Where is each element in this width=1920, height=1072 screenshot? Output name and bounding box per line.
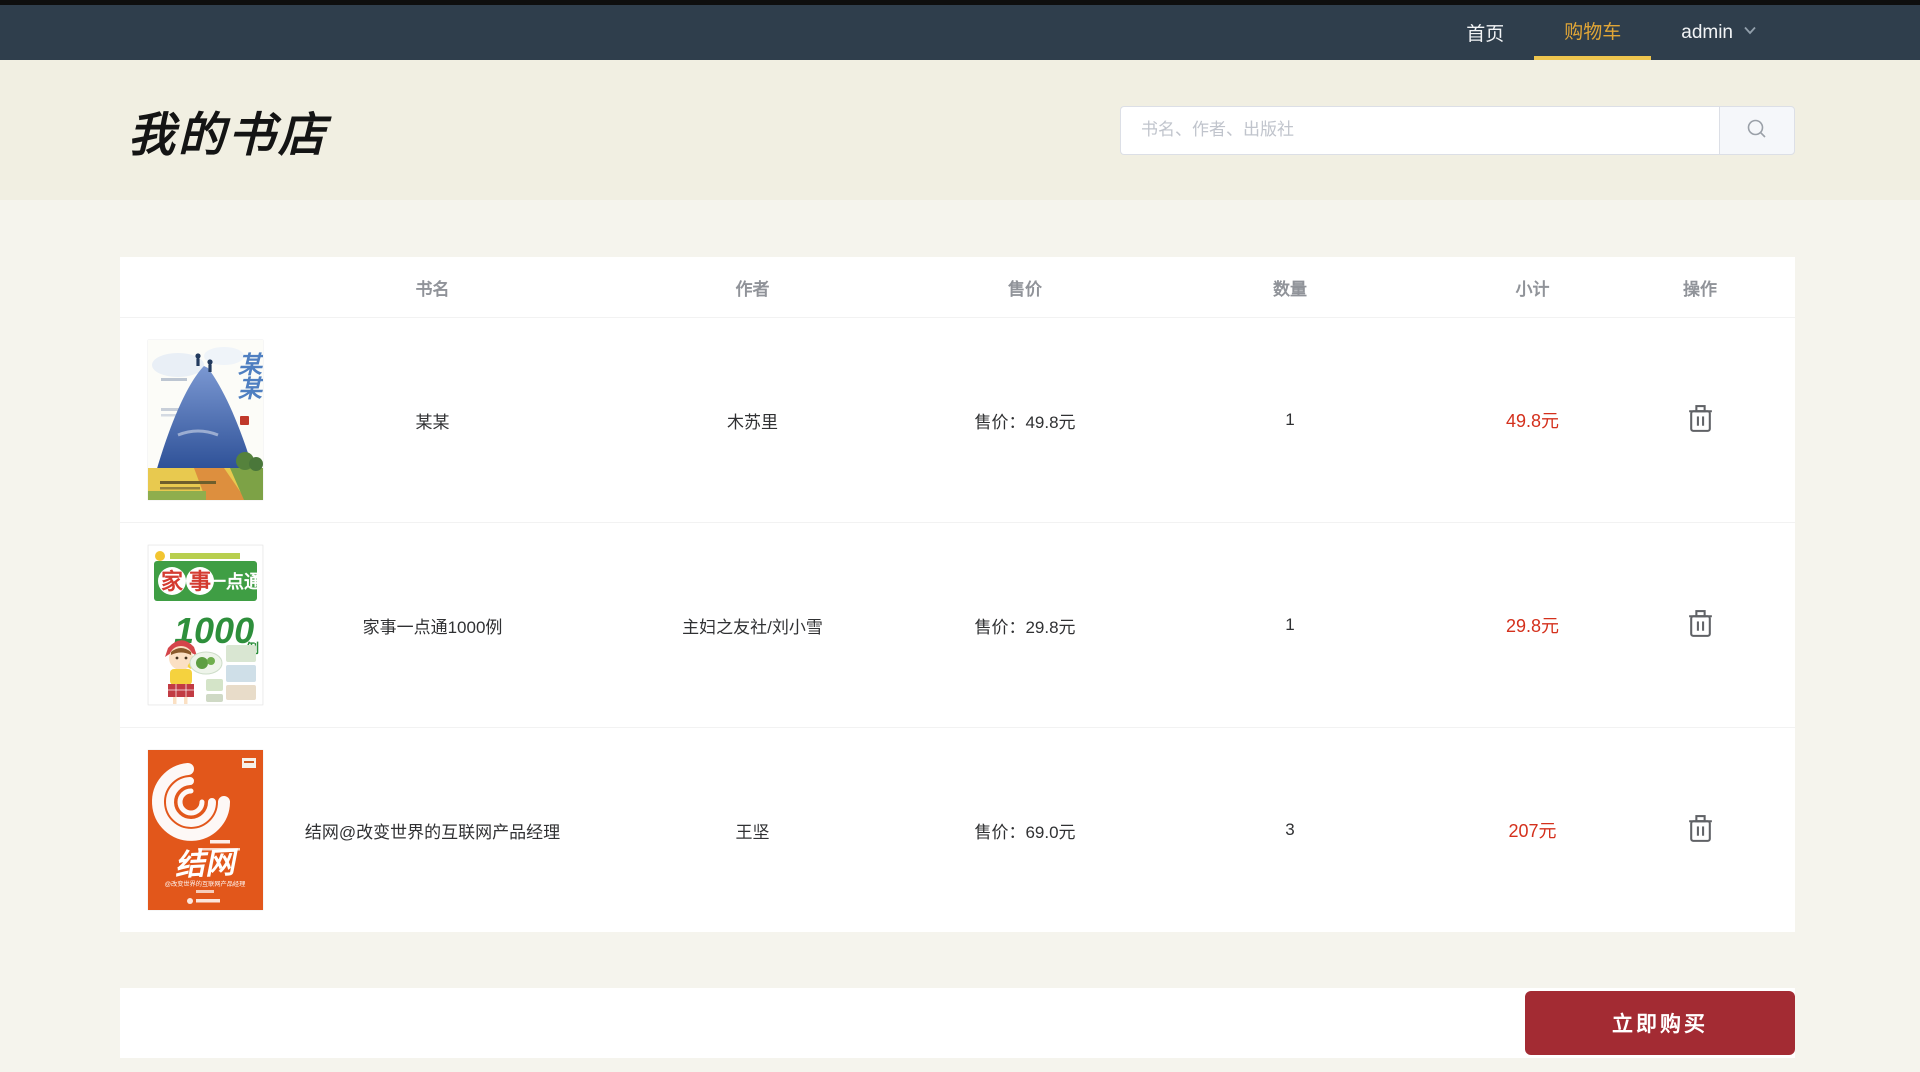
delete-item-button[interactable] (1683, 604, 1718, 646)
nav-item-cart[interactable]: 购物车 (1534, 5, 1652, 60)
magnifier-icon (1745, 117, 1769, 144)
cover3-subtitle-text: @改变世界的互联网产品经理 (164, 880, 245, 888)
book-subtotal: 207元 (1508, 821, 1557, 841)
book-title: 家事一点通1000例 (362, 617, 503, 637)
chevron-down-icon (1742, 22, 1758, 44)
search-button[interactable] (1719, 105, 1795, 155)
book-price: 售价：69.0元 (974, 822, 1076, 842)
header-title: 书名 (415, 279, 450, 299)
book-author: 王坚 (735, 822, 770, 842)
book-title: 结网@改变世界的互联网产品经理 (304, 822, 561, 842)
nav-item-user-menu[interactable]: admin (1651, 5, 1788, 60)
header-actions: 操作 (1683, 279, 1717, 299)
book-cover-jiashi: 家 事 一点通 1000 例 (147, 545, 263, 705)
book-quantity: 1 (1285, 410, 1295, 429)
buy-now-button[interactable]: 立即购买 (1525, 991, 1795, 1055)
nav-cart-label: 购物车 (1564, 22, 1622, 43)
cover2-band-text: 一点通 (208, 571, 262, 592)
trash-icon (1687, 405, 1714, 437)
cover3-title-text: 结网 (173, 846, 239, 882)
delete-item-button[interactable] (1683, 809, 1718, 851)
header-author: 作者 (735, 279, 770, 299)
table-row: 某某 某某 木苏里 售价：49.8元 1 49.8元 (120, 317, 1795, 522)
book-price: 售价：29.8元 (974, 617, 1076, 637)
trash-icon (1687, 610, 1714, 642)
page-title: 我的书店 (128, 107, 328, 161)
trash-icon (1687, 815, 1714, 847)
navbar: 首页 购物车 admin (0, 5, 1920, 60)
store-header: 我的书店 (0, 60, 1920, 200)
table-row: 结网 @改变世界的互联网产品经理 结网@改变世界的互联网产品经理 王坚 售价：6… (120, 727, 1795, 932)
book-price: 售价：49.8元 (974, 412, 1076, 432)
cover1-title-text: 某某 (233, 352, 261, 400)
table-row: 家 事 一点通 1000 例 (120, 522, 1795, 727)
book-title: 某某 (415, 412, 450, 432)
book-author: 主妇之友社/刘小雪 (682, 617, 823, 637)
checkout-bar: 立即购买 (120, 988, 1795, 1058)
nav-item-home[interactable]: 首页 (1436, 5, 1534, 60)
cover2-char1: 家 (160, 569, 183, 594)
search-input[interactable] (1120, 105, 1719, 155)
book-cover-moumou: 某某 (147, 340, 263, 500)
book-quantity: 1 (1285, 615, 1295, 634)
book-subtotal: 29.8元 (1505, 616, 1560, 636)
book-quantity: 3 (1285, 820, 1295, 839)
search-bar (1120, 105, 1795, 155)
book-author: 木苏里 (727, 412, 778, 432)
nav-home-label: 首页 (1466, 24, 1505, 45)
book-cover-jiewang: 结网 @改变世界的互联网产品经理 (147, 750, 263, 910)
nav-user-label: admin (1681, 21, 1733, 43)
delete-item-button[interactable] (1683, 399, 1718, 441)
header-quantity: 数量 (1273, 279, 1307, 299)
cart-table: 书名 作者 售价 数量 小计 操作 某某 某某 木苏里 售价：49.8元 1 4… (120, 257, 1795, 932)
header-price: 售价 (1008, 279, 1042, 299)
book-subtotal: 49.8元 (1505, 411, 1560, 431)
cart-table-header: 书名 作者 售价 数量 小计 操作 (120, 257, 1795, 317)
header-subtotal: 小计 (1515, 279, 1550, 299)
